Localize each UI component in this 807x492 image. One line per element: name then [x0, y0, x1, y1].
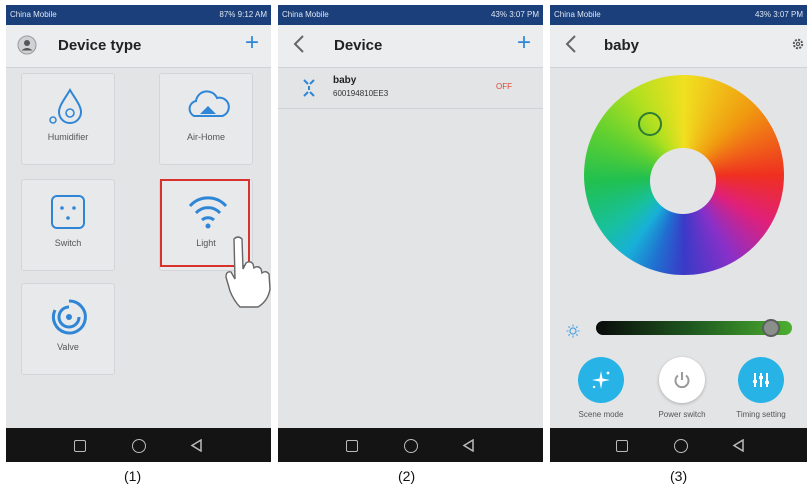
- screen-device-list: China Mobile 43% 3:07 PM Device + baby 6…: [278, 5, 543, 462]
- tile-switch[interactable]: Switch: [21, 179, 115, 271]
- timing-setting-label: Timing setting: [736, 410, 786, 419]
- profile-icon[interactable]: [17, 35, 37, 55]
- system-nav-bar: [550, 428, 807, 462]
- tile-label: Valve: [57, 342, 79, 352]
- device-id: 600194810EE3: [333, 89, 389, 98]
- recent-apps-icon[interactable]: [74, 440, 86, 452]
- caption-2: (2): [398, 468, 416, 484]
- carrier-text: China Mobile: [554, 10, 601, 19]
- top-bar: Device +: [278, 25, 543, 68]
- brightness-slider-thumb[interactable]: [761, 319, 780, 337]
- back-icon[interactable]: [190, 439, 203, 452]
- back-icon[interactable]: [462, 439, 475, 452]
- home-icon[interactable]: [132, 439, 146, 453]
- add-icon[interactable]: +: [245, 31, 259, 55]
- recent-apps-icon[interactable]: [616, 440, 628, 452]
- back-arrow-icon[interactable]: [562, 33, 582, 55]
- sparkle-icon: [592, 371, 610, 389]
- brightness-icon: [566, 324, 580, 338]
- page-title: Device type: [58, 37, 142, 54]
- tile-label: Humidifier: [47, 132, 89, 142]
- recent-apps-icon[interactable]: [346, 440, 358, 452]
- tile-label: Air-Home: [186, 132, 225, 142]
- screen-light-control: China Mobile 43% 3:07 PM baby Scene mode…: [550, 5, 807, 462]
- home-icon[interactable]: [674, 439, 688, 453]
- tile-label: Switch: [54, 238, 82, 248]
- scene-mode-label: Scene mode: [578, 410, 624, 419]
- home-icon[interactable]: [404, 439, 418, 453]
- settings-gear-icon[interactable]: [791, 37, 805, 51]
- add-icon[interactable]: +: [517, 31, 531, 55]
- scene-mode-button[interactable]: [578, 357, 624, 403]
- pointing-hand-icon: [225, 236, 271, 308]
- page-title: baby: [604, 37, 640, 54]
- status-bar: China Mobile 43% 3:07 PM: [278, 5, 543, 25]
- status-indicators: 87% 9:12 AM: [219, 10, 267, 19]
- valve-icon: [51, 299, 87, 335]
- humidifier-icon: [49, 88, 83, 124]
- tile-humidifier[interactable]: Humidifier: [21, 73, 115, 165]
- back-arrow-icon[interactable]: [290, 33, 310, 55]
- cloud-home-icon: [188, 90, 230, 117]
- top-bar: baby: [550, 25, 807, 68]
- caption-3: (3): [670, 468, 688, 484]
- device-state[interactable]: OFF: [496, 82, 512, 91]
- power-switch-label: Power switch: [658, 410, 706, 419]
- back-icon[interactable]: [732, 439, 745, 452]
- system-nav-bar: [6, 428, 271, 462]
- status-indicators: 43% 3:07 PM: [754, 10, 803, 19]
- tile-air-home[interactable]: Air-Home: [159, 73, 253, 165]
- color-selector-ring[interactable]: [638, 112, 662, 136]
- tile-valve[interactable]: Valve: [21, 283, 115, 375]
- equalizer-icon: [753, 373, 769, 387]
- brightness-slider[interactable]: [596, 319, 792, 337]
- top-bar: Device type +: [6, 25, 271, 68]
- page-title: Device: [334, 37, 383, 54]
- status-indicators: 43% 3:07 PM: [490, 10, 539, 19]
- caption-1: (1): [124, 468, 142, 484]
- color-wheel-center: [650, 148, 716, 214]
- power-switch-button[interactable]: [659, 357, 705, 403]
- power-icon: [674, 372, 690, 389]
- status-bar: China Mobile 43% 3:07 PM: [550, 5, 807, 25]
- device-list-item[interactable]: baby 600194810EE3 OFF: [278, 68, 543, 109]
- carrier-text: China Mobile: [282, 10, 329, 19]
- device-icon: [303, 79, 315, 97]
- system-nav-bar: [278, 428, 543, 462]
- timing-setting-button[interactable]: [738, 357, 784, 403]
- carrier-text: China Mobile: [10, 10, 57, 19]
- device-name: baby: [333, 75, 357, 86]
- status-bar: China Mobile 87% 9:12 AM: [6, 5, 271, 25]
- socket-icon: [51, 195, 85, 229]
